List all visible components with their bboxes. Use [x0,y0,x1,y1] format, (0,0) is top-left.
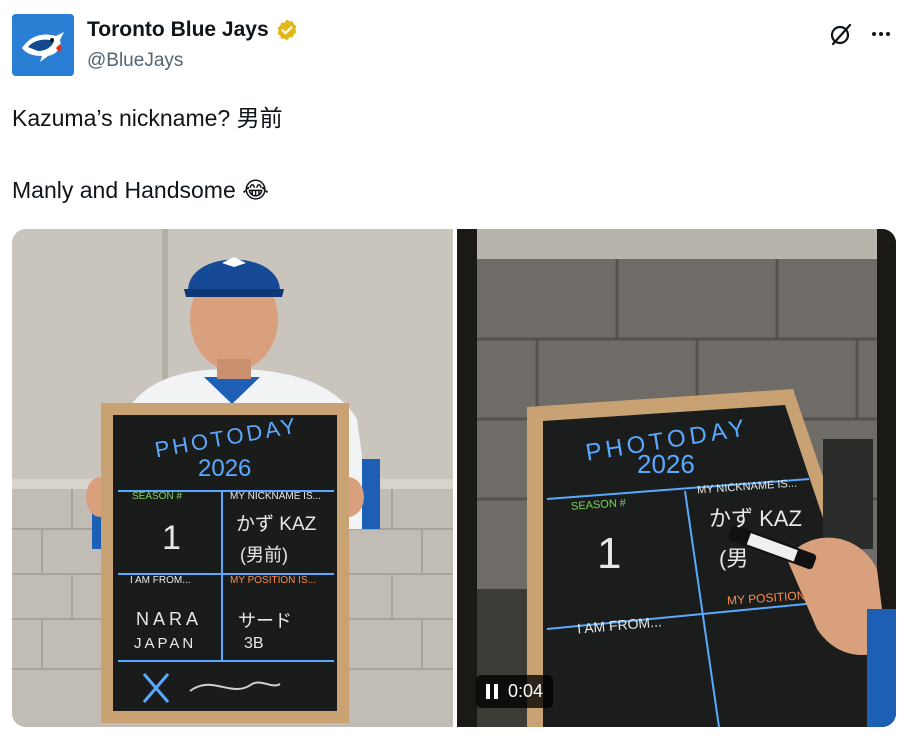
board-title-line2: 2026 [198,455,252,482]
video-board-nickname-value2: (男 [719,546,749,571]
media-grid: PHOTODAY 2026 SEASON # 1 MY NICKNAME IS.… [12,229,896,727]
board-nickname-value: かず KAZ [236,514,317,535]
photo-player-with-chalkboard[interactable]: PHOTODAY 2026 SEASON # 1 MY NICKNAME IS.… [12,229,453,727]
more-options-icon[interactable] [865,18,897,50]
video-board-title-line2: 2026 [637,449,695,479]
handle[interactable]: @BlueJays [87,50,183,72]
pause-icon[interactable] [486,684,498,699]
board-from-label: I AM FROM... [130,575,191,586]
video-player[interactable]: PHOTODAY 2026 SEASON # 1 MY NICKNAME IS.… [457,229,896,727]
verified-badge-icon [277,19,297,41]
board-position-value2: 3B [244,635,264,652]
tweet-header: Toronto Blue Jays @BlueJays [12,12,899,78]
blue-jays-logo-icon [12,14,74,76]
display-name[interactable]: Toronto Blue Jays [87,18,269,42]
board-position-label: MY POSITION IS... [230,575,316,586]
grok-icon[interactable] [825,18,857,50]
video-board-nickname-value: かず KAZ [709,506,802,531]
board-season-label: SEASON # [132,491,183,502]
board-from-value1: NARA [136,609,203,629]
board-nickname-value2: (男前) [240,545,288,565]
video-time: 0:04 [508,681,544,701]
video-time-badge[interactable]: 0:04 [476,675,554,708]
board-from-value2: JAPAN [134,635,197,652]
board-position-value1: サード [238,611,292,631]
tweet-text: Kazuma’s nickname? 男前 Manly and Handsome… [12,105,283,203]
avatar[interactable] [12,14,74,76]
video-board-season-value: 1 [597,529,622,578]
board-season-value: 1 [162,519,181,557]
board-nickname-label: MY NICKNAME IS... [230,491,321,502]
